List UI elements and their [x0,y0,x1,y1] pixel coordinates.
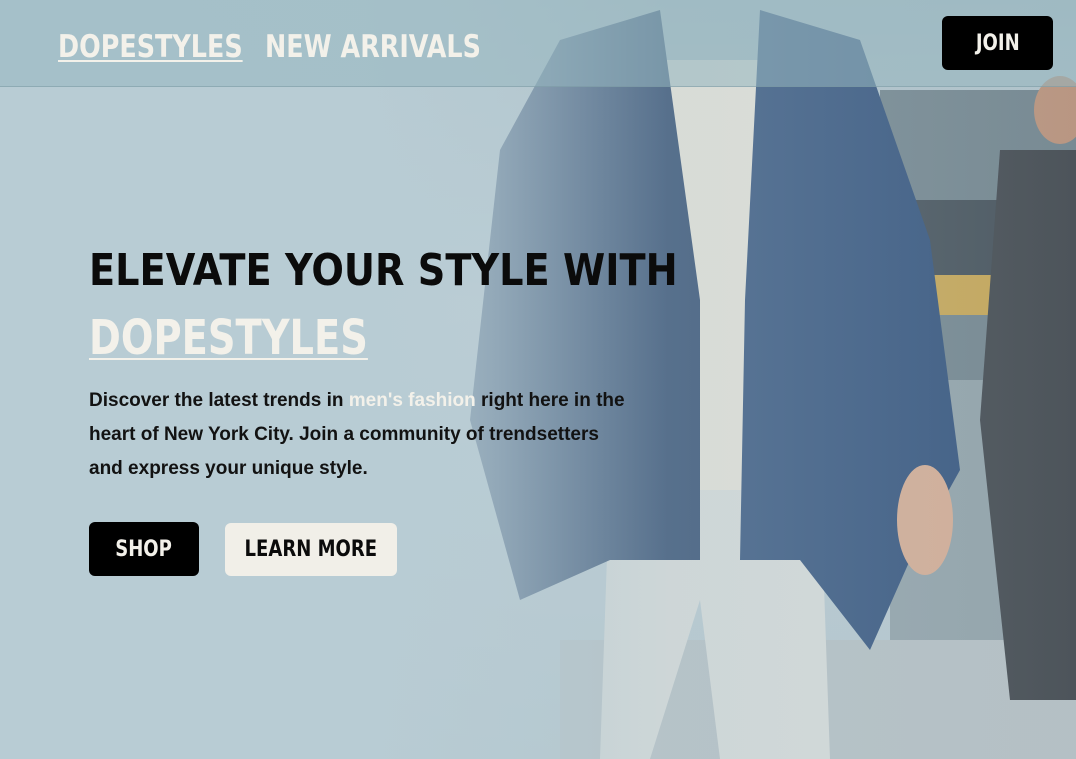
top-nav: DOPESTYLES NEW ARRIVALS JOIN [0,0,1076,87]
description-text-start: Discover the latest trends in [89,390,349,411]
hero-background [0,0,1076,759]
description-highlight: men's fashion [348,390,476,411]
learn-more-button[interactable]: LEARN MORE [225,523,397,576]
hero-overlay [0,0,1076,759]
learn-more-button-label: LEARN MORE [244,537,378,562]
join-button[interactable]: JOIN [942,16,1053,70]
hero-headline: ELEVATE YOUR STYLE WITH [89,245,678,296]
join-button-label: JOIN [975,30,1020,56]
hero-description: Discover the latest trends in men's fash… [89,384,629,486]
nav-brand-link[interactable]: DOPESTYLES [58,30,243,64]
shop-button-label: SHOP [115,536,173,562]
hero-brand: DOPESTYLES [89,310,368,366]
nav-new-arrivals-link[interactable]: NEW ARRIVALS [265,30,481,64]
shop-button[interactable]: SHOP [89,522,199,576]
